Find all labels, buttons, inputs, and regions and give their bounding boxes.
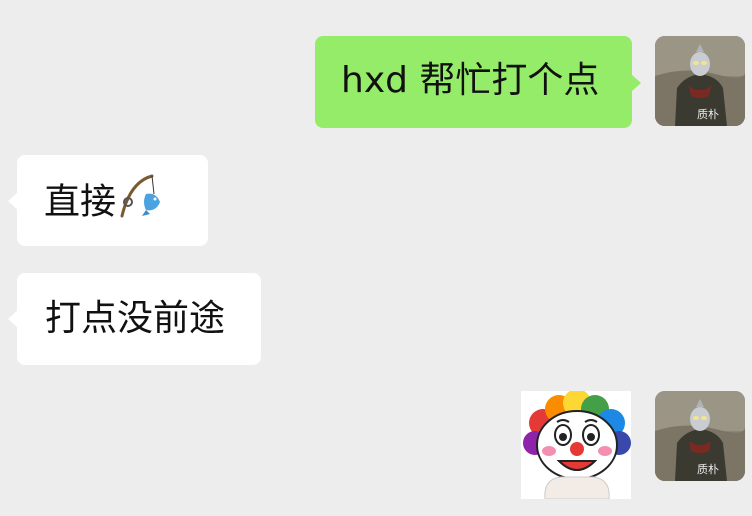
outgoing-message-bubble[interactable]: hxd 帮忙打个点	[315, 36, 641, 128]
avatar-watermark: 质朴	[697, 463, 719, 476]
fishing-pole-and-fish-icon	[118, 172, 164, 229]
incoming-message-bubble[interactable]: 打点没前途	[8, 273, 261, 365]
avatar-watermark: 质朴	[697, 108, 719, 121]
clown-face-icon	[521, 391, 631, 499]
self-avatar[interactable]: 质朴	[655, 36, 745, 126]
self-avatar[interactable]: 质朴	[655, 391, 745, 481]
message-text: 打点没前途	[45, 298, 226, 339]
clown-face-sticker[interactable]	[521, 391, 631, 499]
message-text: 直接	[44, 181, 117, 223]
incoming-message-bubble[interactable]: 直接	[8, 155, 208, 246]
message-text: hxd 帮忙打个点	[341, 60, 600, 101]
chat-message-list[interactable]: hxd 帮忙打个点 质朴 直接 打点没前途 质朴	[0, 0, 752, 516]
